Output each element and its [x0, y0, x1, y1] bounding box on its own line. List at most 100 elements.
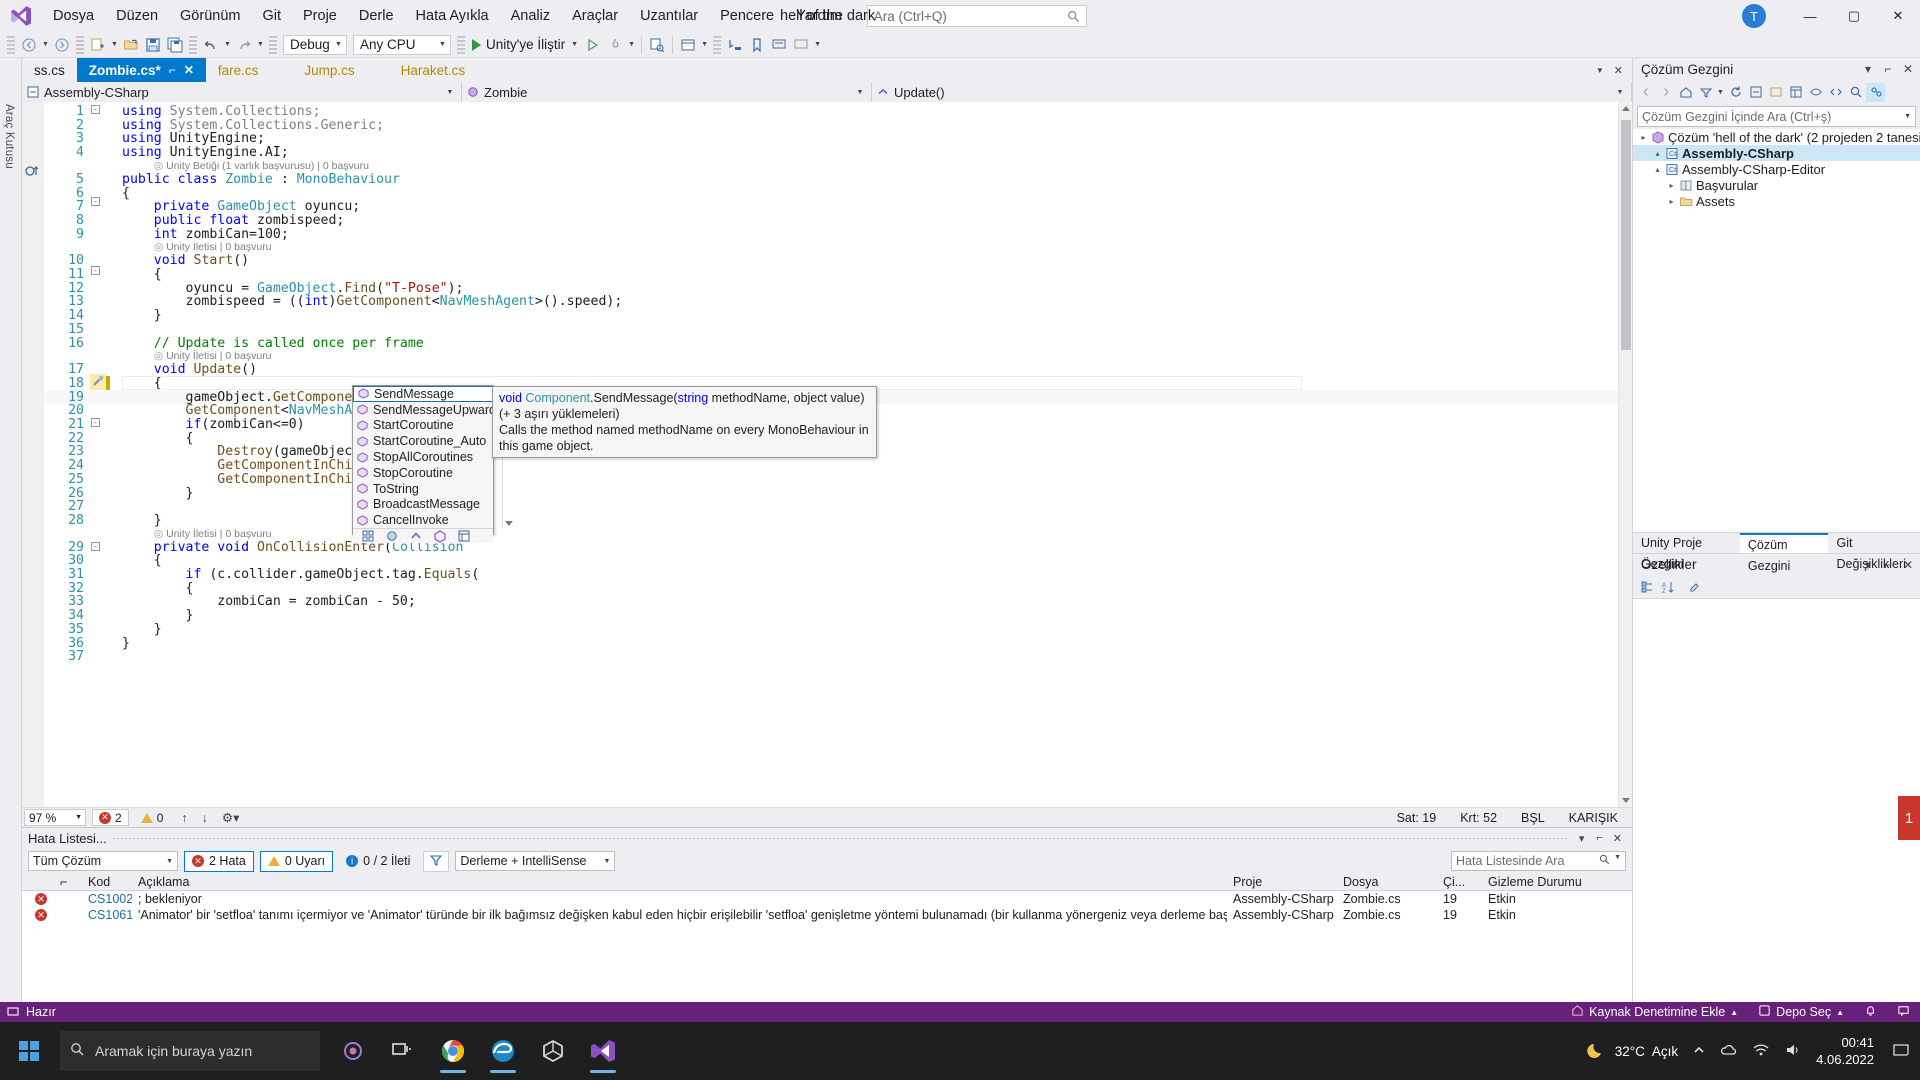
unity-breakpoint-icon[interactable]: [25, 164, 41, 182]
expander-icon[interactable]: ▴: [1651, 149, 1664, 158]
intellisense-completion-popup[interactable]: SendMessage SendMessageUpwards StartCorout…: [352, 385, 514, 544]
build-filter-dropdown[interactable]: Derleme + IntelliSense ▼: [455, 851, 616, 871]
properties-icon[interactable]: [433, 529, 447, 543]
visual-studio-taskbar-icon[interactable]: [580, 1027, 626, 1075]
solution-configuration-dropdown[interactable]: Debug ▼: [283, 34, 347, 55]
intellisense-item[interactable]: SendMessageUpwards: [353, 402, 502, 418]
code-line[interactable]: 3 using UnityEngine;: [44, 132, 1618, 146]
menu-araclar[interactable]: Araçlar: [561, 0, 629, 32]
col-code[interactable]: Kod: [82, 875, 132, 889]
undo-icon[interactable]: [200, 34, 222, 56]
properties-grid[interactable]: [1633, 599, 1920, 1002]
row-code[interactable]: CS1002: [82, 892, 132, 906]
outlining-collapse-box[interactable]: -: [91, 542, 100, 551]
quick-launch-search-input[interactable]: Ara (Ctrl+Q): [866, 5, 1087, 27]
intellisense-item-list[interactable]: SendMessage SendMessageUpwards StartCorout…: [353, 386, 503, 528]
intellisense-item[interactable]: StopAllCoroutines: [353, 449, 502, 465]
menu-uzantilar[interactable]: Uzantılar: [629, 0, 709, 32]
taskbar-clock[interactable]: 00:41 4.06.2022: [1816, 1034, 1878, 1068]
preview-changes-icon[interactable]: [646, 34, 668, 56]
weather-widget[interactable]: 32°C Açık: [1586, 1039, 1678, 1064]
indicator-margin[interactable]: [22, 102, 44, 807]
intellisense-item[interactable]: StopCoroutine: [353, 465, 502, 481]
intellisense-item[interactable]: CancelInvoke: [353, 512, 502, 528]
editor-scroll-thumb[interactable]: [1621, 120, 1631, 350]
preview-selected-items-icon[interactable]: [1806, 83, 1825, 102]
code-line[interactable]: 30 {: [44, 554, 1618, 568]
toolbar-grip-2[interactable]: [76, 35, 84, 54]
code-line[interactable]: 27: [44, 500, 1618, 514]
solution-explorer-pin-icon[interactable]: ⌐: [1880, 62, 1896, 76]
step-into-icon[interactable]: [724, 34, 746, 56]
toggle-messages-button[interactable]: i 0 / 2 İleti: [339, 851, 417, 872]
code-line[interactable]: 28 }: [44, 514, 1618, 528]
intellisense-item[interactable]: ToString: [353, 481, 502, 497]
toolbar-grip-3[interactable]: [189, 35, 197, 54]
classes-icon[interactable]: [385, 529, 399, 543]
toolbar-grip-6[interactable]: [713, 35, 722, 54]
close-tab-icon[interactable]: ✕: [184, 63, 194, 77]
navigate-backward-icon[interactable]: [18, 34, 40, 56]
pin-icon[interactable]: ⌐: [169, 63, 176, 77]
nav-project-dropdown[interactable]: Assembly-CSharp ▼: [22, 82, 462, 102]
window-layout-dropdown-icon[interactable]: ▼: [699, 34, 710, 56]
expander-icon[interactable]: ▸: [1665, 197, 1678, 206]
nav-type-dropdown[interactable]: Zombie ▼: [462, 82, 872, 102]
intellisense-filter-bar[interactable]: [353, 528, 493, 544]
new-item-icon[interactable]: [87, 34, 109, 56]
solution-platform-dropdown[interactable]: Any CPU ▼: [353, 34, 451, 55]
window-layout-icon[interactable]: [677, 34, 699, 56]
tab-unity-project-explorer[interactable]: Unity Proje Gezgini: [1633, 533, 1740, 571]
properties-pin-icon[interactable]: ⌐: [1880, 558, 1896, 572]
start-without-debug-icon[interactable]: [582, 34, 604, 56]
doc-tab-ss[interactable]: ss.cs: [22, 58, 77, 82]
code-line[interactable]: 34 }: [44, 609, 1618, 623]
quick-actions-icon[interactable]: ⚙▾: [222, 810, 239, 825]
property-pages-icon[interactable]: [1685, 577, 1704, 596]
cortana-icon[interactable]: [330, 1027, 376, 1075]
show-all-files-icon[interactable]: [1766, 83, 1785, 102]
toolbar-grip-4[interactable]: [269, 35, 277, 54]
code-line[interactable]: 2 using System.Collections.Generic;: [44, 118, 1618, 133]
next-issue-icon[interactable]: ↓: [202, 811, 208, 825]
code-editor[interactable]: 1 using System.Collections; 2 using System.…: [22, 102, 1632, 807]
expander-icon[interactable]: ▸: [1665, 181, 1678, 190]
editor-vertical-scrollbar[interactable]: [1618, 102, 1632, 807]
code-line[interactable]: 6{: [44, 186, 1618, 201]
code-line[interactable]: 16 // Update is called once per frame: [44, 336, 1618, 351]
code-line[interactable]: 36}: [44, 636, 1618, 651]
editor-scroll-down-icon[interactable]: [1622, 798, 1630, 803]
toolbox-tab[interactable]: Araç Kutusu: [0, 98, 18, 175]
toolbar-grip-5[interactable]: [457, 35, 465, 54]
properties-dropdown-icon[interactable]: ▾: [1860, 558, 1876, 572]
solution-tree-item[interactable]: ▸ Assets: [1633, 193, 1920, 209]
doc-tab-haraket[interactable]: Haraket.cs: [388, 58, 478, 82]
bookmark-icon[interactable]: [746, 34, 768, 56]
warning-count-button[interactable]: 0: [135, 809, 170, 826]
toolbar-grip[interactable]: [7, 35, 15, 54]
search-solution-icon[interactable]: [1846, 83, 1865, 102]
alphabetical-view-icon[interactable]: AZ: [1658, 577, 1677, 596]
doc-tab-fare[interactable]: fare.cs: [205, 58, 271, 82]
error-list-dropdown-icon[interactable]: ▾: [1573, 832, 1591, 845]
solution-tree-item[interactable]: ▴ C# Assembly-CSharp-Editor: [1633, 161, 1920, 177]
outlining-collapse-box[interactable]: -: [91, 418, 100, 427]
intellisense-item[interactable]: StartCoroutine_Auto: [353, 433, 502, 449]
menu-derle[interactable]: Derle: [348, 0, 405, 32]
code-line[interactable]: 8 public float zombispeed;: [44, 214, 1618, 228]
tab-list-dropdown-icon[interactable]: ▼: [1591, 66, 1609, 75]
code-line[interactable]: 4 using UnityEngine.AI;: [44, 146, 1618, 160]
menu-dosya[interactable]: Dosya: [42, 0, 105, 32]
expander-icon[interactable]: ▸: [1637, 133, 1650, 142]
chevron-down-icon-se-search[interactable]: ▼: [1904, 113, 1911, 120]
menu-proje[interactable]: Proje: [292, 0, 348, 32]
save-all-icon[interactable]: [164, 34, 186, 56]
outlining-collapse-box[interactable]: -: [91, 105, 100, 114]
scroll-down-arrow-icon[interactable]: [505, 521, 514, 527]
doc-tab-zombie[interactable]: Zombie.cs* ⌐ ✕: [76, 58, 206, 82]
comment-icon[interactable]: [768, 34, 790, 56]
menu-gorunum[interactable]: Görünüm: [169, 0, 251, 32]
solution-tree-item[interactable]: ▴ C# Assembly-CSharp: [1633, 145, 1920, 161]
collapse-all-icon[interactable]: [1746, 83, 1765, 102]
code-line[interactable]: 1 using System.Collections;: [44, 105, 1618, 119]
